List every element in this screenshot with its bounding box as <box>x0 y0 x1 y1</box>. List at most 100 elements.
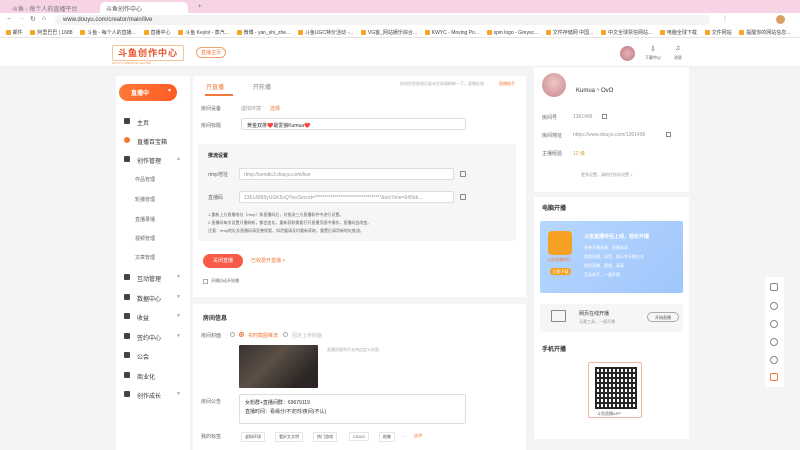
device-value: 虚拟环境 <box>241 106 262 112</box>
service-icon[interactable] <box>770 302 778 310</box>
growth-icon <box>124 391 130 397</box>
forward-icon[interactable]: → <box>18 15 25 22</box>
copy-icon[interactable] <box>666 132 671 137</box>
download-icon[interactable]: ⇩ <box>650 45 656 53</box>
close-live-button[interactable]: 关闭直播 <box>203 254 243 268</box>
room-address-label: 房间地址 <box>542 133 563 139</box>
copy-icon[interactable] <box>460 194 466 200</box>
new-tab-button[interactable]: + <box>192 2 204 13</box>
help-icon[interactable] <box>770 320 778 328</box>
tag-chip[interactable]: 剧集 <box>379 432 395 442</box>
sidebar-item-home[interactable]: 主页 <box>116 116 190 128</box>
copy-icon[interactable] <box>460 171 466 177</box>
site-logo[interactable]: 斗鱼创作中心 <box>112 45 184 61</box>
browser-tab[interactable]: 斗鱼 - 每个人的直播平台 <box>6 2 94 13</box>
chevron-up-icon: ▲ <box>176 156 181 162</box>
stream-key-field[interactable]: 13614995yUGK5vQ?wsSecret=***************… <box>239 191 454 203</box>
more-settings-link[interactable]: 更多设置，请前往房间设置 > <box>581 172 632 178</box>
feature-text: 带货直播、视频、高清 <box>584 263 624 268</box>
start-web-live-button[interactable]: 开始直播 <box>647 312 679 322</box>
bookmark[interactable]: 提醒你的网站信息... <box>739 29 790 36</box>
sidebar-item-label: 签约中心 <box>137 336 162 342</box>
tags-label: 我的标签 <box>201 434 222 440</box>
bookmark[interactable]: 中文全球票信网站... <box>601 29 652 36</box>
bookmark[interactable]: 斗鱼UGC特价活动 -... <box>297 29 353 36</box>
chevron-down-icon: ▼ <box>176 313 181 319</box>
sidebar-subitem[interactable]: 作品管理 <box>135 176 155 183</box>
streamer-avatar <box>542 73 566 97</box>
bookmark[interactable]: 文件网站 <box>704 29 732 36</box>
cover-option-fixed[interactable]: 固定上传封面 <box>292 332 322 339</box>
message-label[interactable]: 消息 <box>674 55 682 61</box>
cover-option-live[interactable]: 实时截图推流 <box>248 332 278 339</box>
tab-live[interactable]: 开直播 <box>206 82 224 91</box>
sidebar-item-contract[interactable]: 签约中心 ▼ <box>116 331 190 343</box>
room-address-value[interactable]: https://www.douyu.com/1361499 <box>573 132 645 138</box>
home-badge[interactable]: 直播主页 <box>196 47 227 58</box>
sidebar-subitem[interactable]: 轮播管理 <box>135 196 155 203</box>
tag-chip[interactable]: 热门游戏 <box>313 432 337 442</box>
sidebar-item-toolbox[interactable]: 直播百宝箱 <box>116 135 190 147</box>
cover-radio-live[interactable] <box>239 332 244 337</box>
sidebar-item-interact[interactable]: 互动管理 ▼ <box>116 272 190 284</box>
feedback-icon[interactable] <box>770 283 778 291</box>
room-title-input[interactable]: 黄金双排❤️最爱狼Kumua❤️ <box>241 118 466 130</box>
pc-live-banner[interactable]: 斗鱼直播伴侣 立即下载 斗鱼直播伴侣上线，轻松开播 多种开播场景，直播高清 游戏… <box>540 221 683 293</box>
sidebar-item-commerce[interactable]: 商业化 <box>116 370 190 382</box>
tag-chip[interactable]: 看好文文明 <box>275 432 303 442</box>
cover-radio-fixed[interactable] <box>283 332 288 337</box>
web-live-subtitle: 无需工具，一键开播 <box>579 319 615 324</box>
bookmark[interactable]: 斗鱼 Keylol - 蒸汽... <box>178 29 229 36</box>
sidebar-item-income[interactable]: 收益 ▼ <box>116 311 190 323</box>
top-icon[interactable] <box>770 373 778 381</box>
help-link[interactable]: 直播助手 <box>499 81 515 87</box>
live-status-button[interactable]: 直播中 ▼ <box>119 84 177 101</box>
sidebar-subitem[interactable]: 视频管理 <box>135 235 155 242</box>
auto-carousel-checkbox[interactable] <box>203 279 208 284</box>
bookmark[interactable]: spin logo - Greysc... <box>486 30 538 36</box>
browser-tab-active[interactable]: 斗鱼创作中心 <box>100 2 188 13</box>
sidebar-item-guild[interactable]: 公会 <box>116 350 190 362</box>
announcement-textarea[interactable]: 女粉群+直播间群：69679119 直播时间：看缘分/不定时/夜间(不认) <box>239 394 466 424</box>
bookmark[interactable]: VG客_网站娱乐综合... <box>360 29 417 36</box>
extensions-icon[interactable]: ⋮ <box>722 15 728 22</box>
headset-icon[interactable] <box>770 338 778 346</box>
sidebar-item-data[interactable]: 数据中心 ▼ <box>116 292 190 304</box>
bookmark[interactable]: 直播中心 <box>143 29 171 36</box>
chat-icon[interactable] <box>770 356 778 364</box>
tag-chip[interactable]: CSGO <box>349 432 369 441</box>
bell-icon[interactable]: ♫ <box>675 45 680 52</box>
reload-icon[interactable]: ↻ <box>30 15 36 23</box>
sidebar-item-growth[interactable]: 创作成长 ▼ <box>116 389 190 401</box>
tag-select-link[interactable]: 选择 <box>411 432 425 440</box>
bookmark[interactable]: 文件存储网 中国... <box>545 29 593 36</box>
rtmp-field[interactable]: rtmp://sendtc3.douyu.com/live <box>239 168 454 180</box>
back-icon[interactable]: ← <box>6 15 13 22</box>
room-number-value: 1361499 <box>573 114 593 120</box>
sidebar-subitem[interactable]: 直播录播 <box>135 216 155 223</box>
copy-icon[interactable] <box>602 114 607 119</box>
sidebar-subitem[interactable]: 文章管理 <box>135 254 155 261</box>
bookmark[interactable]: 微博 - yan_shi_zhe... <box>236 29 290 36</box>
bookmark[interactable]: 电脑全球下载 <box>659 29 697 36</box>
download-label[interactable]: 下载中心 <box>645 55 661 61</box>
device-label: 房间设备 <box>201 106 222 112</box>
bookmark[interactable]: 斗鱼 - 每个人的直播... <box>80 29 136 36</box>
profile-avatar[interactable] <box>776 15 785 24</box>
help-icon[interactable] <box>230 332 235 337</box>
bookmark[interactable]: KWYC - Moving Po... <box>424 30 479 36</box>
user-avatar[interactable] <box>620 46 635 61</box>
download-button[interactable]: 立即下载 <box>550 268 571 275</box>
tab-carousel[interactable]: 开轮播 <box>253 82 271 91</box>
live-panel: 开直播 开轮播 房间信息修改后若未生效请刷新一下，直播在线 直播助手 房间设备 … <box>193 76 526 297</box>
home-icon[interactable]: ⌂ <box>42 15 46 22</box>
tag-chip[interactable]: 虚拟环境 <box>241 432 265 442</box>
bookmark[interactable]: 阿里巴巴 | 1688 <box>30 29 73 36</box>
apply-live-link[interactable]: 已收费开直播 > <box>251 257 285 264</box>
web-live-title: 网页在线开播 <box>579 311 610 317</box>
device-select-link[interactable]: 选择 <box>270 105 280 112</box>
sidebar-item-create[interactable]: 创作管理 ▲ <box>116 154 190 166</box>
bookmark[interactable]: 邮件 <box>5 29 23 36</box>
stream-settings: 推流设置 rtmp地址 rtmp://sendtc3.douyu.com/liv… <box>198 144 516 241</box>
url-input[interactable]: www.douyu.com/creator/main/live <box>55 15 710 25</box>
